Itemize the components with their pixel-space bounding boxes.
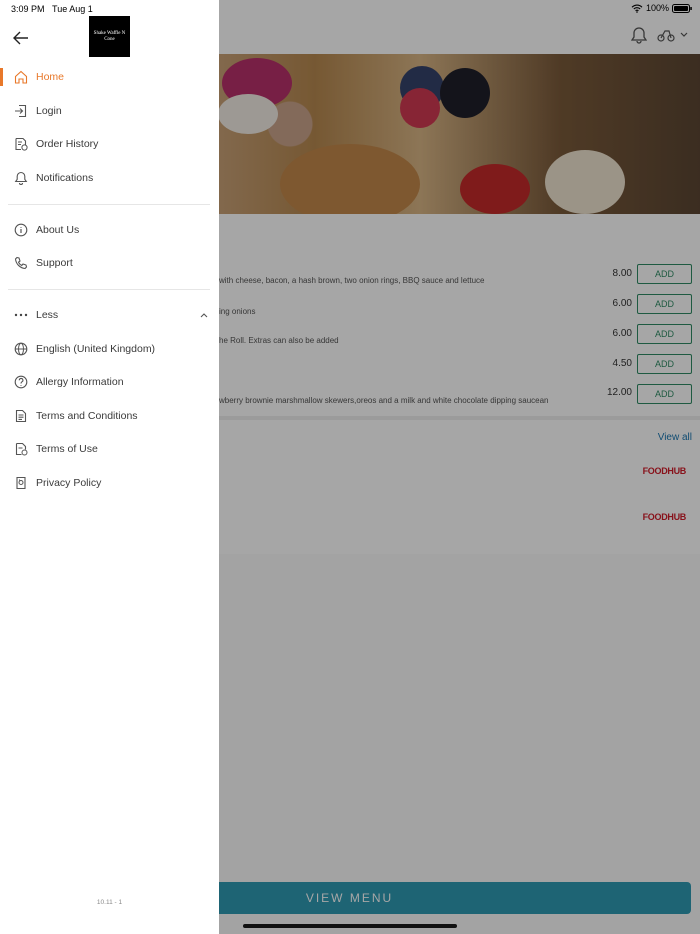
drawer-item-label: About Us [36, 224, 80, 236]
phone-icon [13, 256, 28, 271]
drawer-item-notifications[interactable]: Notifications [0, 163, 219, 193]
drawer-item-label: Terms of Use [36, 443, 98, 455]
drawer-item-terms-and-conditions[interactable]: Terms and Conditions [0, 401, 219, 431]
privacy-icon [13, 476, 28, 491]
drawer-item-label: English (United Kingdom) [36, 343, 156, 355]
drawer-toggle-less[interactable]: Less [0, 300, 219, 330]
drawer-item-label: Less [36, 309, 59, 321]
drawer-item-privacy-policy[interactable]: Privacy Policy [0, 468, 219, 498]
chevron-up-icon [199, 311, 209, 319]
drawer-item-home[interactable]: Home [0, 62, 219, 92]
drawer-item-support[interactable]: Support [0, 248, 219, 278]
drawer-item-language[interactable]: English (United Kingdom) [0, 334, 219, 364]
home-indicator [243, 924, 457, 928]
navigation-drawer: Shake Waffle N Cone Home Login Order His… [0, 0, 219, 934]
question-icon [13, 375, 28, 390]
info-icon [13, 223, 28, 238]
home-icon [13, 70, 28, 85]
order-history-icon [13, 137, 28, 152]
back-arrow-icon[interactable] [12, 30, 30, 46]
status-bar: 3:09 PM Tue Aug 1 100% [0, 0, 700, 18]
bell-icon [13, 171, 28, 186]
drawer-item-label: Terms and Conditions [36, 410, 138, 422]
drawer-item-label: Privacy Policy [36, 477, 102, 489]
ellipsis-icon [13, 308, 28, 323]
drawer-item-label: Support [36, 257, 73, 269]
login-icon [13, 104, 28, 119]
drawer-item-order-history[interactable]: Order History [0, 129, 219, 159]
document-icon [13, 409, 28, 424]
restaurant-logo: Shake Waffle N Cone [89, 16, 130, 57]
drawer-item-label: Login [36, 105, 62, 117]
status-right: 100% [631, 3, 692, 13]
drawer-item-label: Notifications [36, 172, 94, 184]
globe-icon [13, 342, 28, 357]
drawer-item-allergy-information[interactable]: Allergy Information [0, 367, 219, 397]
drawer-item-about-us[interactable]: About Us [0, 215, 219, 245]
status-time: 3:09 PM Tue Aug 1 [11, 4, 93, 14]
drawer-item-label: Order History [36, 138, 99, 150]
battery-percent: 100% [645, 3, 669, 13]
document-check-icon [13, 442, 28, 457]
drawer-item-login[interactable]: Login [0, 96, 219, 126]
app-version: 10.11 - 1 [96, 899, 123, 906]
drawer-divider [8, 289, 210, 290]
drawer-item-label: Allergy Information [36, 376, 124, 388]
drawer-item-label: Home [36, 71, 65, 83]
battery-icon [672, 3, 692, 13]
drawer-item-terms-of-use[interactable]: Terms of Use [0, 434, 219, 464]
wifi-icon [631, 4, 643, 13]
status-date: Tue Aug 1 [52, 4, 93, 14]
drawer-divider [8, 204, 210, 205]
